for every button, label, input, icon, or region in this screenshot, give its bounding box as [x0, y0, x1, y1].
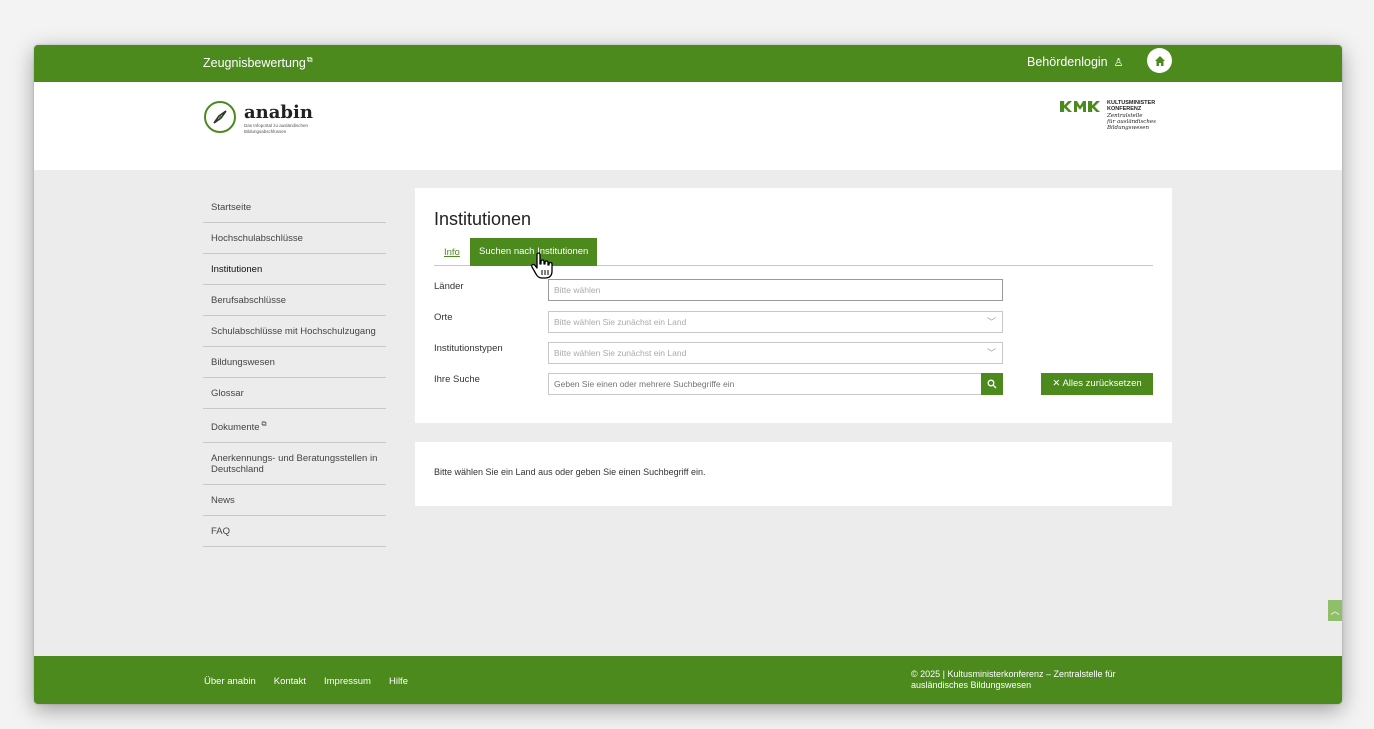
cities-select[interactable]: Bitte wählen Sie zunächst ein Land ﹀: [548, 311, 1003, 333]
zeugnisbewertung-link[interactable]: Zeugnisbewertung⧉: [203, 55, 313, 70]
hand-cursor-icon: [530, 252, 553, 279]
reset-all-button[interactable]: ✕ Alles zurücksetzen: [1041, 373, 1153, 395]
sidebar-item-institutionen[interactable]: Institutionen: [203, 254, 386, 285]
footer-link-kontakt[interactable]: Kontakt: [274, 676, 306, 687]
anabin-logo[interactable]: anabin Das Infoportal zu ausländischen B…: [204, 101, 334, 134]
countries-label: Länder: [434, 281, 464, 292]
sidebar-item-hochschulabschluesse[interactable]: Hochschulabschlüsse: [203, 223, 386, 254]
search-panel: Institutionen Info Suchen nach Instituti…: [415, 188, 1172, 423]
sidebar-item-bildungswesen[interactable]: Bildungswesen: [203, 347, 386, 378]
sidebar-item-label: Glossar: [211, 388, 244, 399]
close-icon: ✕: [1052, 378, 1063, 389]
compass-icon: [204, 101, 236, 133]
sidebar-item-news[interactable]: News: [203, 485, 386, 517]
site-footer: Über anabin Kontakt Impressum Hilfe © 20…: [34, 656, 1342, 704]
behoerdenlogin-link[interactable]: Behördenlogin ♙: [1027, 55, 1124, 69]
sidebar-item-label: Institutionen: [211, 264, 263, 275]
sidebar-item-startseite[interactable]: Startseite: [203, 192, 386, 223]
sidebar-item-beratungsstellen[interactable]: Anerkennungs- und Beratungsstellen in De…: [203, 443, 386, 486]
chevron-down-icon: ﹀: [986, 317, 996, 327]
sidebar-item-label: Startseite: [211, 202, 252, 213]
copyright-text: © 2025 | Kultusministerkonferenz – Zentr…: [911, 669, 1116, 690]
home-button[interactable]: [1147, 48, 1172, 73]
kmk-logo[interactable]: KULTUSMINISTER KONFERENZ Zentralstelle f…: [1060, 100, 1156, 131]
person-icon: ♙: [1113, 57, 1124, 69]
footer-link-impressum[interactable]: Impressum: [324, 676, 371, 687]
institution-types-placeholder: Bitte wählen Sie zunächst ein Land: [554, 348, 687, 358]
home-icon: [1154, 55, 1165, 66]
zeugnisbewertung-label: Zeugnisbewertung: [203, 56, 306, 71]
sidebar-item-berufsabschluesse[interactable]: Berufsabschlüsse: [203, 285, 386, 316]
sidebar-item-label: Hochschulabschlüsse: [211, 233, 303, 244]
institution-types-select[interactable]: Bitte wählen Sie zunächst ein Land ﹀: [548, 342, 1003, 364]
external-link-icon: ⧉: [306, 55, 313, 64]
reset-label: Alles zurücksetzen: [1062, 378, 1142, 389]
external-link-icon: ⧉: [259, 421, 267, 428]
scroll-to-top-button[interactable]: ︿: [1328, 600, 1342, 621]
brand-name: anabin: [244, 102, 313, 123]
institution-types-label: Institutionstypen: [434, 343, 503, 354]
cities-label: Orte: [434, 312, 453, 323]
sidebar-item-label: News: [211, 495, 235, 507]
sidebar-item-label: Berufsabschlüsse: [211, 295, 286, 306]
sidebar-item-label: Bildungswesen: [211, 357, 275, 368]
top-bar: Zeugnisbewertung⧉ Behördenlogin ♙: [34, 45, 1342, 82]
chevron-down-icon: ﹀: [986, 348, 996, 358]
sidebar-item-label: FAQ: [211, 526, 231, 538]
sidebar-item-schulabschluesse[interactable]: Schulabschlüsse mit Hochschulzugang: [203, 316, 386, 347]
sidebar-nav: Startseite Hochschulabschlüsse Instituti…: [203, 192, 386, 548]
sidebar-item-glossar[interactable]: Glossar: [203, 378, 386, 409]
cities-placeholder: Bitte wählen Sie zunächst ein Land: [554, 317, 687, 327]
countries-select[interactable]: Bitte wählen: [548, 279, 1003, 301]
page-title: Institutionen: [434, 209, 532, 229]
search-label: Ihre Suche: [434, 374, 480, 385]
search-input[interactable]: [548, 373, 982, 395]
result-message: Bitte wählen Sie ein Land aus oder geben…: [434, 467, 706, 477]
login-label: Behördenlogin: [1027, 55, 1108, 69]
sidebar-item-label: Schulabschlüsse mit Hochschulzugang: [211, 326, 376, 337]
sidebar-item-dokumente[interactable]: Dokumente ⧉: [203, 409, 386, 444]
footer-link-hilfe[interactable]: Hilfe: [389, 676, 408, 687]
footer-links: Über anabin Kontakt Impressum Hilfe: [204, 676, 408, 687]
brand-tagline: Das Infoportal zu ausländischen Bildungs…: [244, 123, 309, 134]
countries-placeholder: Bitte wählen: [554, 285, 601, 295]
sidebar-item-label: Dokumente: [211, 422, 260, 434]
kmk-mark-icon: [1060, 101, 1100, 112]
tab-info[interactable]: Info: [444, 247, 460, 258]
site-header: anabin Das Infoportal zu ausländischen B…: [34, 82, 1342, 170]
results-panel: Bitte wählen Sie ein Land aus oder geben…: [415, 442, 1172, 506]
search-button[interactable]: [981, 373, 1003, 395]
footer-link-ueber-anabin[interactable]: Über anabin: [204, 676, 256, 687]
sidebar-item-label: Anerkennungs- und Beratungsstellen in De…: [211, 453, 378, 476]
sidebar-item-faq[interactable]: FAQ: [203, 516, 386, 548]
chevron-up-icon: ︿: [1330, 606, 1340, 616]
browser-page: Zeugnisbewertung⧉ Behördenlogin ♙ anabin …: [34, 45, 1342, 704]
search-icon: [987, 379, 997, 389]
kmk-line-5: Bildungswesen: [1107, 125, 1150, 132]
